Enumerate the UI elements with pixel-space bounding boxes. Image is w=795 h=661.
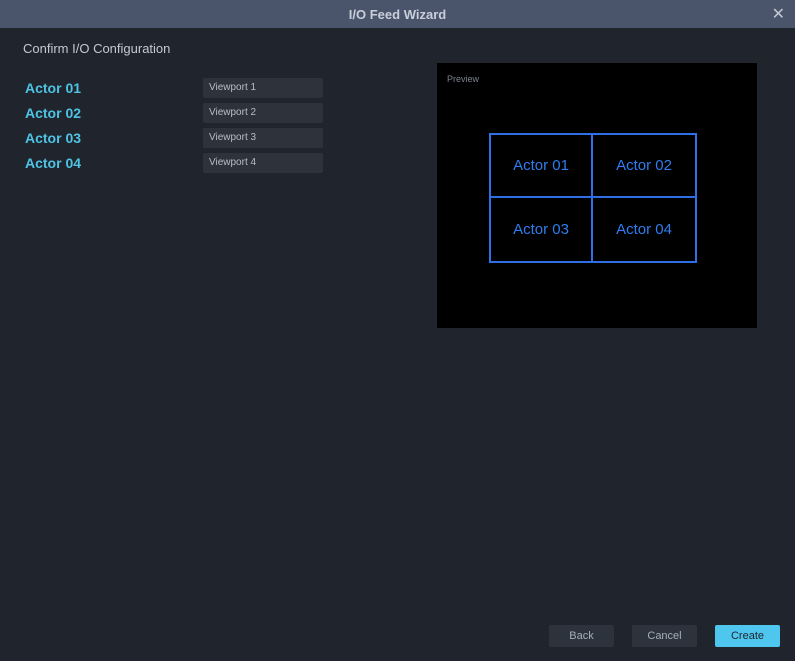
preview-cell: Actor 01 <box>491 135 593 198</box>
close-icon[interactable]: ✕ <box>772 4 785 24</box>
viewport-field[interactable]: Viewport 4 <box>203 153 323 173</box>
preview-cell: Actor 02 <box>593 135 695 198</box>
cancel-button[interactable]: Cancel <box>632 625 697 647</box>
preview-cell: Actor 03 <box>491 198 593 261</box>
viewport-field[interactable]: Viewport 2 <box>203 103 323 123</box>
preview-cell: Actor 04 <box>616 221 672 238</box>
back-button[interactable]: Back <box>549 625 614 647</box>
viewport-field[interactable]: Viewport 3 <box>203 128 323 148</box>
actor-label: Actor 02 <box>25 105 82 121</box>
preview-grid: Actor 01 Actor 02 Actor 03 Actor 04 <box>489 133 697 263</box>
viewport-field[interactable]: Viewport 1 <box>203 78 323 98</box>
preview-panel: Preview Actor 01 Actor 02 Actor 03 Actor… <box>437 63 757 328</box>
create-button[interactable]: Create <box>715 625 780 647</box>
preview-label: Preview <box>447 74 480 84</box>
actor-label: Actor 04 <box>25 155 82 171</box>
actor-label: Actor 03 <box>25 130 82 146</box>
page-heading: Confirm I/O Configuration <box>23 41 171 56</box>
window-title: I/O Feed Wizard <box>348 7 447 22</box>
actor-label: Actor 01 <box>25 80 82 96</box>
title-bar: I/O Feed Wizard ✕ <box>0 0 795 28</box>
